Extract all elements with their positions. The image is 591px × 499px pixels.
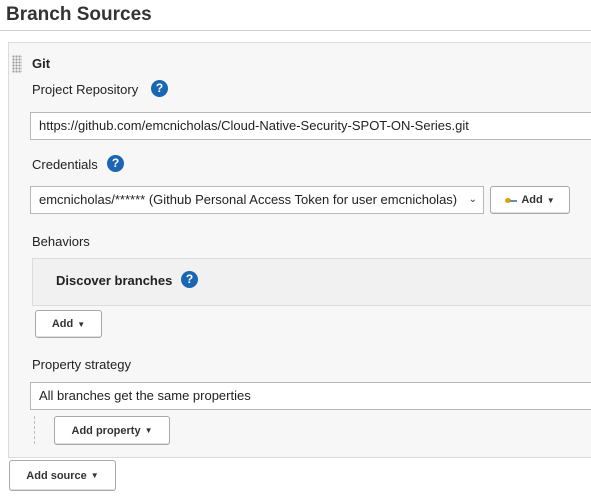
- caret-down-icon: ▼: [77, 319, 86, 329]
- chevron-down-icon: ⌄: [468, 194, 477, 205]
- help-icon[interactable]: ?: [107, 155, 124, 172]
- behaviors-add-label: Add: [51, 318, 74, 330]
- help-icon[interactable]: ?: [151, 80, 168, 97]
- behaviors-label: Behaviors: [32, 234, 90, 249]
- key-icon: [505, 197, 518, 204]
- add-property-label: Add property: [71, 424, 141, 437]
- credentials-add-label: Add: [521, 194, 543, 206]
- credentials-add-button[interactable]: Add ▼: [490, 186, 570, 214]
- add-source-label: Add source: [26, 469, 87, 482]
- property-strategy-label: Property strategy: [32, 357, 131, 372]
- discover-branches-label: Discover branches: [56, 273, 173, 288]
- project-repository-input[interactable]: https://github.com/emcnicholas/Cloud-Nat…: [30, 112, 591, 140]
- project-repository-label: Project Repository: [32, 82, 139, 97]
- behaviors-add-button[interactable]: Add ▼: [35, 310, 102, 338]
- caret-down-icon: ▼: [90, 471, 99, 480]
- add-source-button[interactable]: Add source ▼: [9, 460, 116, 491]
- caret-down-icon: ▼: [144, 426, 153, 435]
- section-title: Branch Sources: [6, 4, 152, 25]
- nesting-guide: [34, 416, 35, 444]
- title-divider: [0, 30, 591, 31]
- credentials-label: Credentials: [32, 157, 98, 172]
- add-property-button[interactable]: Add property ▼: [54, 416, 170, 445]
- property-strategy-select[interactable]: All branches get the same properties: [30, 382, 591, 410]
- caret-down-icon: ▼: [546, 195, 555, 205]
- help-icon[interactable]: ?: [181, 271, 198, 288]
- property-strategy-selected-value: All branches get the same properties: [39, 388, 251, 403]
- git-heading: Git: [32, 56, 51, 71]
- credentials-select[interactable]: emcnicholas/****** (Github Personal Acce…: [30, 186, 484, 214]
- drag-handle-icon[interactable]: [12, 55, 22, 73]
- credentials-selected-value: emcnicholas/****** (Github Personal Acce…: [39, 192, 458, 207]
